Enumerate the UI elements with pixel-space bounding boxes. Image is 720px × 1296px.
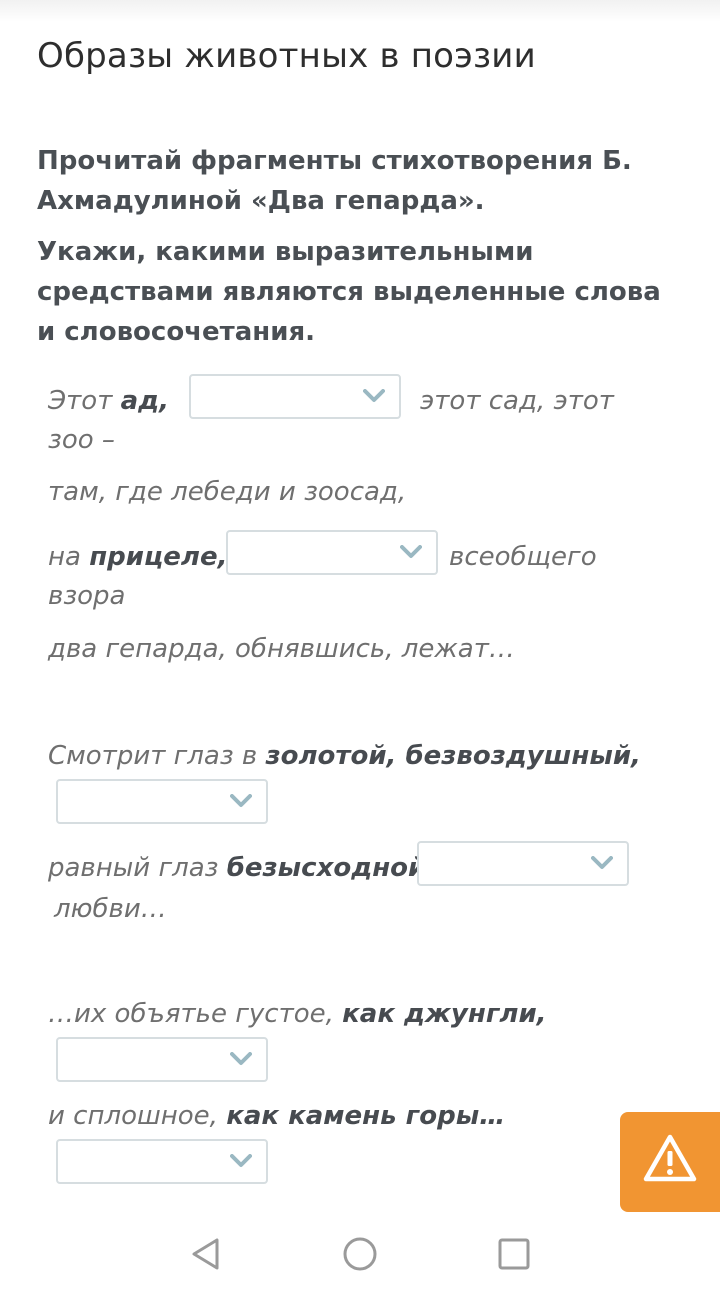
- answer-dropdown-2[interactable]: [226, 530, 438, 575]
- poem-line-4: два гепарда, обнявшись, лежат…: [48, 634, 515, 664]
- poem-text: Смотрит глаз в: [48, 741, 266, 771]
- nav-back-icon[interactable]: [188, 1236, 224, 1272]
- answer-dropdown-3[interactable]: [56, 779, 268, 824]
- poem-line-7: …их объятье густое, как джунгли,: [48, 999, 547, 1029]
- poem-line-2: там, где лебеди и зоосад,: [48, 477, 407, 507]
- highlighted-word: ад,: [120, 386, 170, 416]
- nav-home-icon[interactable]: [342, 1236, 378, 1272]
- chevron-down-icon: [230, 794, 252, 807]
- chevron-down-icon: [363, 389, 385, 402]
- chevron-down-icon: [230, 1154, 252, 1167]
- poem-line-3: на прицеле,: [48, 542, 227, 572]
- warning-icon: [643, 1134, 697, 1182]
- highlighted-word: как камень горы…: [226, 1101, 506, 1131]
- poem-text: Этот: [48, 386, 121, 416]
- chevron-down-icon: [400, 545, 422, 558]
- report-problem-button[interactable]: [620, 1112, 720, 1212]
- answer-dropdown-4[interactable]: [417, 841, 629, 886]
- highlighted-word: безысходной: [226, 853, 427, 883]
- instruction-text-1: Прочитай фрагменты стихотворения Б. Ахма…: [37, 146, 632, 216]
- highlighted-word: как джунгли,: [342, 999, 547, 1029]
- answer-dropdown-1[interactable]: [189, 374, 401, 419]
- poem-text: равный глаз: [48, 853, 227, 883]
- poem-text: на: [48, 542, 90, 572]
- poem-line-6-wrap: любви…: [54, 894, 167, 924]
- chevron-down-icon: [230, 1052, 252, 1065]
- poem-line-1: Этот ад,: [48, 386, 169, 416]
- top-shadow: [0, 0, 720, 22]
- page-title: Образы животных в поэзии: [37, 36, 536, 76]
- instruction-text-2: Укажи, какими выразительными средствами …: [37, 237, 661, 347]
- highlighted-word: золотой, безвоздушный,: [265, 741, 641, 771]
- poem-text: и сплошное,: [48, 1101, 227, 1131]
- poem-line-8: и сплошное, как камень горы…: [48, 1101, 505, 1131]
- poem-text: …их объятье густое,: [48, 999, 343, 1029]
- system-nav-bar: [0, 1220, 720, 1296]
- poem-line-1-cont: этот сад, этот: [420, 386, 614, 416]
- poem-line-5: Смотрит глаз в золотой, безвоздушный,: [48, 741, 641, 771]
- highlighted-word: прицеле,: [89, 542, 228, 572]
- poem-line-3-cont: всеобщего: [449, 542, 597, 572]
- answer-dropdown-5[interactable]: [56, 1037, 268, 1082]
- poem-line-3-wrap: взора: [48, 581, 126, 611]
- chevron-down-icon: [591, 856, 613, 869]
- nav-recent-icon[interactable]: [496, 1236, 532, 1272]
- answer-dropdown-6[interactable]: [56, 1139, 268, 1184]
- poem-line-1-wrap: зоо –: [48, 425, 115, 455]
- poem-line-6: равный глаз безысходной: [48, 853, 426, 883]
